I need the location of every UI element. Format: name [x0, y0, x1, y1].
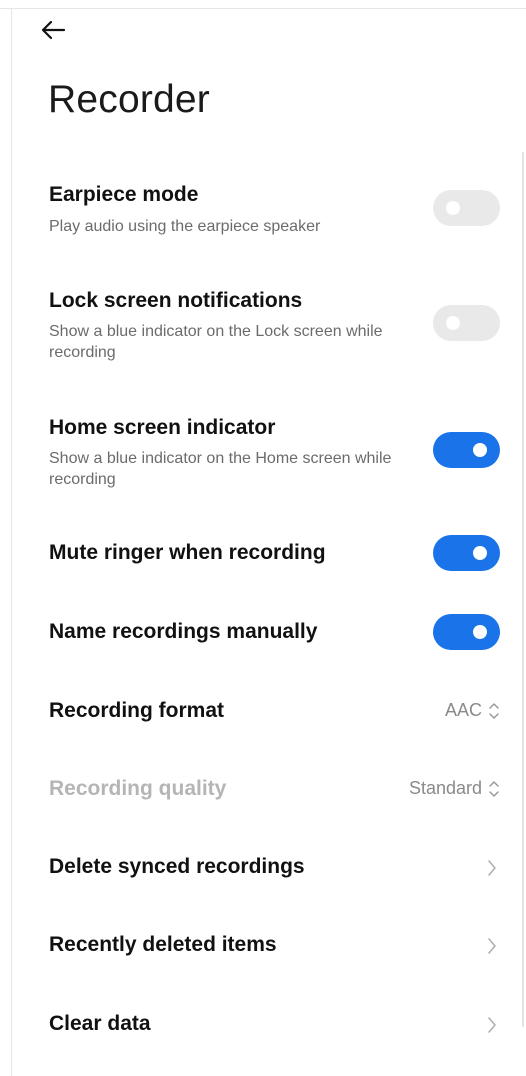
setting-subtitle: Play audio using the earpiece speaker: [49, 218, 321, 235]
mute-ringer-toggle[interactable]: [433, 535, 500, 571]
toggle-knob: [473, 625, 487, 639]
arrow-left-icon: [41, 20, 66, 40]
toggle-knob: [473, 546, 487, 560]
page-title: Recorder: [48, 78, 210, 121]
toggle-knob: [446, 201, 460, 215]
toggle-knob: [446, 316, 460, 330]
setting-title: Name recordings manually: [49, 620, 318, 643]
setting-subtitle: Show a blue indicator on the Lock screen…: [49, 323, 383, 361]
setting-earpiece-mode[interactable]: Earpiece mode Play audio using the earpi…: [0, 175, 526, 255]
setting-home-screen-indicator[interactable]: Home screen indicator Show a blue indica…: [0, 410, 526, 500]
setting-name-recordings-manually[interactable]: Name recordings manually: [0, 607, 526, 657]
chevron-right-icon: [488, 938, 496, 954]
name-recordings-manually-toggle[interactable]: [433, 614, 500, 650]
setting-title: Mute ringer when recording: [49, 541, 326, 564]
chevron-up-down-icon: [489, 780, 499, 797]
setting-recently-deleted-items[interactable]: Recently deleted items: [0, 920, 526, 970]
lock-screen-notifications-toggle[interactable]: [433, 305, 500, 341]
setting-mute-ringer[interactable]: Mute ringer when recording: [0, 528, 526, 578]
setting-title: Delete synced recordings: [49, 855, 305, 878]
chevron-right-icon: [488, 1017, 496, 1033]
setting-title: Recording quality: [49, 777, 227, 800]
setting-lock-screen-notifications[interactable]: Lock screen notifications Show a blue in…: [0, 283, 526, 373]
recording-format-select[interactable]: AAC: [445, 700, 500, 721]
chevron-right-icon: [488, 860, 496, 876]
select-value: Standard: [408, 778, 482, 798]
setting-recording-quality[interactable]: Recording quality Standard: [0, 764, 526, 814]
setting-delete-synced-recordings[interactable]: Delete synced recordings: [0, 842, 526, 892]
home-screen-indicator-toggle[interactable]: [433, 432, 500, 468]
setting-recording-format[interactable]: Recording format AAC: [0, 686, 526, 736]
chevron-up-down-icon: [489, 702, 499, 719]
setting-title: Lock screen notifications: [49, 289, 303, 312]
setting-title: Recently deleted items: [49, 933, 277, 956]
setting-title: Home screen indicator: [49, 416, 276, 439]
setting-title: Clear data: [49, 1012, 151, 1035]
setting-title: Recording format: [49, 699, 225, 722]
setting-title: Earpiece mode: [49, 183, 199, 206]
setting-subtitle: Show a blue indicator on the Home screen…: [49, 450, 392, 488]
back-button[interactable]: [40, 12, 84, 48]
toggle-knob: [473, 443, 487, 457]
recording-quality-select[interactable]: Standard: [409, 778, 500, 799]
window-top-border: [0, 8, 526, 9]
earpiece-mode-toggle[interactable]: [433, 190, 500, 226]
setting-clear-data[interactable]: Clear data: [0, 999, 526, 1049]
select-value: AAC: [444, 700, 482, 720]
